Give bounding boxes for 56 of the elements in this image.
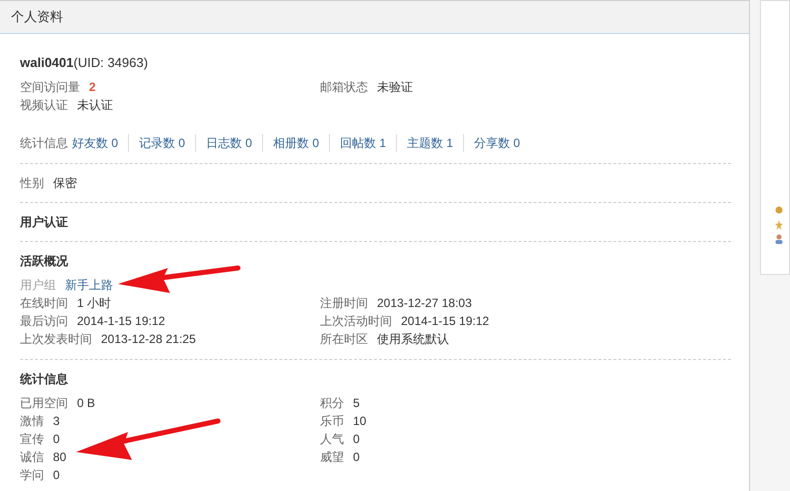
field-label: 所在时区 — [320, 331, 368, 348]
field-value: 2013-12-28 21:25 — [101, 331, 196, 348]
field-value: 0 B — [77, 395, 96, 412]
field-value: 0 — [353, 449, 360, 466]
field-label: 学问 — [20, 467, 44, 484]
field-value: 10 — [353, 413, 366, 430]
field-value: 2014-1-15 19:12 — [401, 313, 490, 330]
user-group-link[interactable]: 新手上路 — [65, 276, 113, 294]
section-title: 用户认证 — [20, 214, 68, 231]
field-label: 性别 — [20, 175, 44, 192]
field-label: 激情 — [20, 413, 44, 430]
field-label: 邮箱状态 — [320, 79, 368, 96]
field-label: 最后访问 — [20, 313, 68, 330]
stats-link[interactable]: 好友数 0 — [72, 134, 118, 152]
username: wali0401 — [20, 54, 74, 72]
field-value: 未认证 — [77, 97, 113, 114]
field-value: 2013-12-27 18:03 — [377, 295, 472, 312]
field-value: 5 — [353, 395, 360, 412]
field-label: 诚信 — [20, 449, 44, 466]
field-label: 人气 — [320, 431, 344, 448]
field-label: 视频认证 — [20, 97, 68, 114]
field-label: 积分 — [320, 395, 344, 412]
stats-link[interactable]: 相册数 0 — [262, 134, 320, 152]
field-value: 80 — [53, 449, 66, 466]
field-value: 3 — [53, 413, 60, 430]
field-value: 2 — [89, 79, 96, 96]
field-label: 乐币 — [320, 413, 344, 430]
user-id: (UID: 34963) — [74, 54, 148, 72]
stats-link[interactable]: 主题数 1 — [396, 134, 454, 152]
field-label: 在线时间 — [20, 295, 68, 312]
stats-link[interactable]: 回帖数 1 — [329, 134, 386, 152]
field-value: 使用系统默认 — [377, 331, 449, 348]
stats-link[interactable]: 分享数 0 — [463, 134, 520, 152]
field-label: 上次活动时间 — [320, 313, 392, 330]
star-icon — [775, 220, 784, 230]
section-title: 活跃概况 — [20, 253, 68, 270]
field-label: 威望 — [320, 449, 344, 466]
field-value: 2014-1-15 19:12 — [77, 313, 166, 330]
field-label: 注册时间 — [320, 295, 368, 312]
field-value: 0 — [53, 431, 60, 448]
stats-label: 统计信息 — [20, 135, 68, 152]
user-icon — [775, 234, 784, 244]
stats-link[interactable]: 记录数 0 — [128, 134, 186, 152]
field-value: 保密 — [53, 175, 77, 192]
field-value: 未验证 — [377, 79, 413, 96]
field-label: 宣传 — [20, 431, 44, 448]
panel-title: 个人资料 — [11, 8, 63, 26]
stats-link[interactable]: 日志数 0 — [195, 134, 252, 152]
field-value: 0 — [53, 467, 60, 484]
field-value: 0 — [353, 431, 360, 448]
section-title: 统计信息 — [20, 371, 68, 388]
field-label: 已用空间 — [20, 395, 68, 412]
field-label: 用户组 — [20, 277, 56, 294]
field-value: 1 小时 — [77, 295, 112, 312]
field-label: 上次发表时间 — [20, 331, 92, 348]
field-label: 空间访问量 — [20, 79, 80, 96]
